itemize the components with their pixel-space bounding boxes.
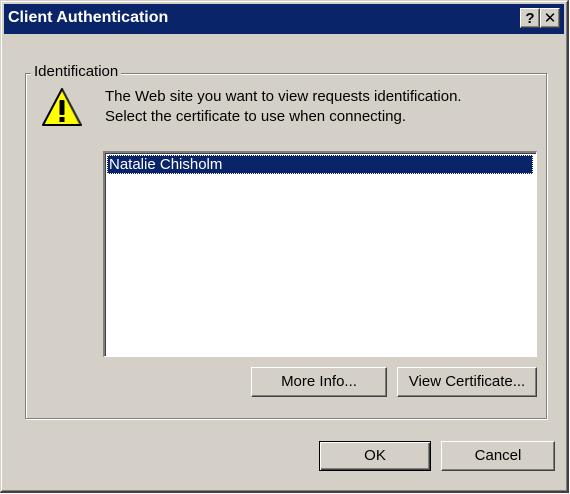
help-button[interactable]: ?: [520, 8, 540, 28]
certificate-item-selected[interactable]: Natalie Chisholm: [107, 155, 533, 174]
close-icon: ✕: [543, 10, 557, 27]
more-info-label: More Info...: [281, 373, 357, 390]
certificate-list[interactable]: Natalie Chisholm: [103, 151, 537, 357]
view-certificate-label: View Certificate...: [408, 373, 526, 390]
close-button[interactable]: ✕: [540, 8, 560, 28]
more-info-button[interactable]: More Info...: [251, 367, 387, 397]
ok-button[interactable]: OK: [319, 441, 431, 471]
view-certificate-button[interactable]: View Certificate...: [397, 367, 537, 397]
identification-message: The Web site you want to view requests i…: [105, 87, 462, 127]
help-icon: ?: [525, 10, 535, 27]
title-bar[interactable]: Client Authentication ? ✕: [4, 4, 564, 34]
warning-triangle-icon: [42, 88, 82, 126]
cancel-button[interactable]: Cancel: [441, 441, 555, 471]
message-line-2: Select the certificate to use when conne…: [105, 108, 407, 125]
dialog-title: Client Authentication: [8, 9, 169, 26]
cancel-label: Cancel: [474, 447, 522, 464]
ok-label: OK: [364, 447, 386, 464]
client-authentication-dialog: Client Authentication ? ✕ Identification…: [0, 0, 569, 493]
identification-group-label: Identification: [31, 63, 122, 81]
message-line-1: The Web site you want to view requests i…: [105, 88, 462, 105]
